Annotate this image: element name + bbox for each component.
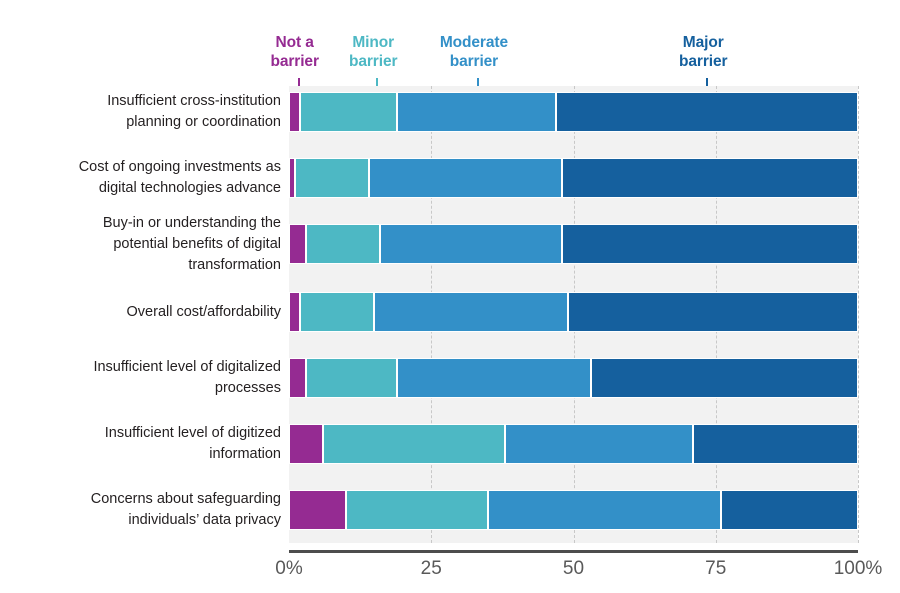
legend-label-line2: barrier — [449, 53, 499, 70]
category-label: Concerns about safeguarding individuals’… — [90, 491, 281, 528]
bar-row — [289, 424, 858, 464]
bar-segment-not-a-barrier — [289, 424, 324, 464]
bar-segment-major-barrier — [556, 92, 858, 132]
bar-segment-minor-barrier — [323, 424, 506, 464]
bar-segment-moderate-barrier — [488, 490, 722, 530]
bar-segment-moderate-barrier — [397, 358, 591, 398]
plot-area — [289, 86, 859, 543]
legend-label-line1: Major — [682, 34, 724, 51]
bar-segment-major-barrier — [562, 224, 858, 264]
bar-row — [289, 490, 858, 530]
bar-segment-major-barrier — [567, 292, 858, 332]
legend-item: Moderate barrier — [404, 33, 544, 71]
chart-legend: Not a barrier Minor barrier Moderate barrier M… — [0, 0, 900, 96]
x-axis-line — [289, 550, 858, 553]
tick-label-25: 25 — [420, 558, 442, 579]
bar-segment-moderate-barrier — [397, 92, 557, 132]
bar-segment-not-a-barrier — [289, 490, 346, 530]
tick-label-0: 0% — [275, 558, 303, 579]
stacked-bar — [289, 224, 858, 264]
bar-segment-minor-barrier — [306, 358, 398, 398]
bar-segment-major-barrier — [692, 424, 858, 464]
stacked-bar — [289, 92, 858, 132]
bar-row — [289, 358, 858, 398]
bar-segment-minor-barrier — [345, 490, 489, 530]
legend-item: Major barrier — [633, 33, 773, 71]
bar-segment-moderate-barrier — [380, 224, 563, 264]
bar-segment-major-barrier — [721, 490, 858, 530]
stacked-bar — [289, 490, 858, 530]
bar-segment-major-barrier — [562, 158, 858, 198]
bar-segment-minor-barrier — [294, 158, 369, 198]
bar-segment-minor-barrier — [300, 92, 398, 132]
bar-segment-not-a-barrier — [289, 292, 301, 332]
bar-segment-not-a-barrier — [289, 358, 307, 398]
bar-segment-minor-barrier — [300, 292, 375, 332]
bar-segment-not-a-barrier — [289, 92, 301, 132]
tick-label-75: 75 — [705, 558, 727, 579]
bar-segment-moderate-barrier — [505, 424, 693, 464]
bar-segment-moderate-barrier — [368, 158, 563, 198]
bar-segment-not-a-barrier — [289, 224, 307, 264]
bar-row — [289, 224, 858, 264]
bar-row — [289, 158, 858, 198]
bar-row — [289, 92, 858, 132]
stacked-bar — [289, 158, 858, 198]
tick-label-100: 100% — [833, 558, 883, 579]
category-label: Overall cost/affordability — [126, 303, 281, 320]
stacked-bar — [289, 292, 858, 332]
stacked-bar-chart: Not a barrier Minor barrier Moderate barrier M… — [0, 0, 900, 593]
stacked-bar — [289, 358, 858, 398]
bar-segment-minor-barrier — [306, 224, 381, 264]
category-label: Insufficient cross-institution planning … — [107, 93, 281, 130]
category-label: Cost of ongoing investments as digital t… — [78, 159, 281, 196]
gridline-100 — [858, 86, 859, 543]
bar-segment-major-barrier — [590, 358, 858, 398]
category-label: Insufficient level of digitized informat… — [104, 425, 281, 462]
legend-label-line1: Moderate — [439, 34, 508, 51]
bar-segment-moderate-barrier — [374, 292, 568, 332]
tick-label-50: 50 — [562, 558, 585, 579]
legend-label-line2: barrier — [679, 53, 728, 70]
category-label: Buy-in or understanding the potential be… — [102, 214, 281, 273]
bar-row — [289, 292, 858, 332]
category-label: Insufficient level of digitalized proces… — [93, 359, 281, 396]
stacked-bar — [289, 424, 858, 464]
